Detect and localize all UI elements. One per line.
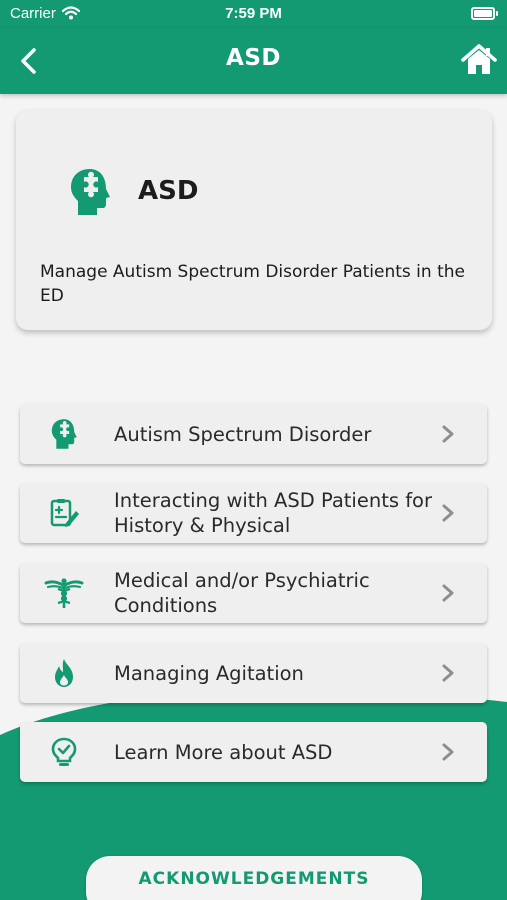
menu-item-label: Learn More about ASD <box>114 740 333 764</box>
menu-item-label: Autism Spectrum Disorder <box>114 422 372 446</box>
navigation-bar: ASD <box>0 28 507 94</box>
chevron-right-icon <box>442 743 454 761</box>
flame-icon <box>55 659 73 687</box>
chevron-right-icon <box>442 664 454 682</box>
clock: 7:59 PM <box>225 5 282 22</box>
menu-item-interacting-with-asd-patients[interactable]: Interacting with ASD Patients for Histor… <box>20 483 487 543</box>
chevron-right-icon <box>442 504 454 522</box>
clipboard-pen-icon <box>50 499 79 527</box>
battery-icon <box>471 7 498 20</box>
caduceus-icon <box>44 578 84 608</box>
head-puzzle-icon <box>51 419 77 449</box>
lightbulb-check-icon <box>51 737 77 766</box>
status-bar: Carrier 7:59 PM <box>0 0 507 28</box>
menu-item-managing-agitation[interactable]: Managing Agitation <box>20 643 487 703</box>
head-puzzle-icon <box>71 169 110 215</box>
menu-item-medical-psychiatric-conditions[interactable]: Medical and/or Psychiatric Conditions <box>20 563 487 623</box>
page-title: ASD <box>226 45 281 71</box>
acknowledgements-button[interactable]: ACKNOWLEDGEMENTS <box>86 856 422 900</box>
menu-item-label: Interacting with ASD Patients for Histor… <box>114 489 433 537</box>
card-title: ASD <box>138 176 199 206</box>
menu-item-label: Medical and/or Psychiatric Conditions <box>114 569 370 617</box>
menu-item-learn-more[interactable]: Learn More about ASD <box>20 722 487 782</box>
menu-item-label: Managing Agitation <box>114 661 304 685</box>
chevron-right-icon <box>442 584 454 602</box>
card-description: Manage Autism Spectrum Disorder Patients… <box>40 262 465 306</box>
header-card: ASD Manage Autism Spectrum Disorder Pati… <box>16 110 492 330</box>
acknowledgements-label: ACKNOWLEDGEMENTS <box>138 869 370 889</box>
menu-item-autism-spectrum-disorder[interactable]: Autism Spectrum Disorder <box>20 404 487 464</box>
chevron-right-icon <box>442 425 454 443</box>
home-icon[interactable] <box>461 43 497 77</box>
